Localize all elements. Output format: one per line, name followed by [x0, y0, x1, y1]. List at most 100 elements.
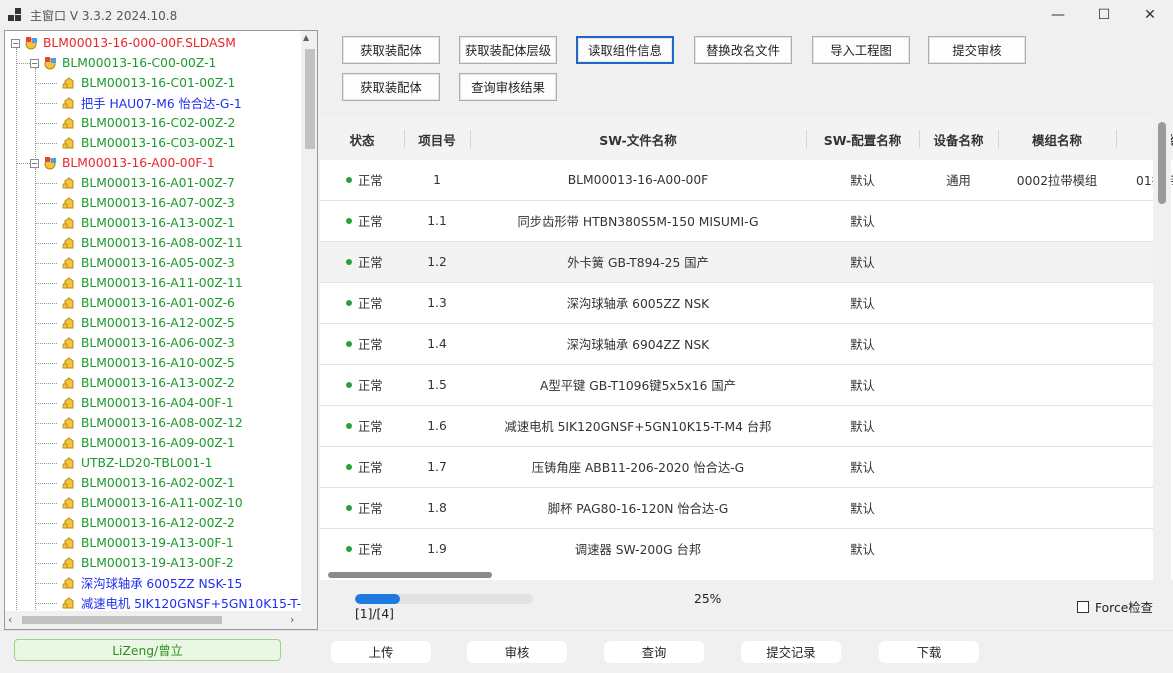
tree-node-part[interactable]: 把手 HAU07-M6 怡合达-G-1 — [49, 93, 242, 113]
tree-node-part[interactable]: BLM00013-16-A11-00Z-11 — [49, 273, 243, 293]
table-row[interactable]: 正常 1.3 深沟球轴承 6005ZZ NSK 默认 — [320, 283, 1153, 324]
tree-vertical-scroll-thumb[interactable] — [305, 49, 315, 149]
bottom-button-1[interactable]: 上传 — [331, 641, 431, 663]
bottom-button-3[interactable]: 查询 — [604, 641, 704, 663]
table-horizontal-scroll-thumb[interactable] — [328, 572, 492, 578]
table-row[interactable]: 正常 1.8 脚杯 PAG80-16-120N 怡合达-G 默认 — [320, 488, 1153, 529]
tree-node-part[interactable]: BLM00013-16-A07-00Z-3 — [49, 193, 235, 213]
tree-node-part[interactable]: BLM00013-16-A08-00Z-12 — [49, 413, 243, 433]
tree-node-part[interactable]: 深沟球轴承 6005ZZ NSK-15 — [49, 573, 242, 593]
tree-node-part[interactable]: UTBZ-LD20-TBL001-1 — [49, 453, 212, 473]
tree-node-assembly[interactable]: − BLM00013-16-000-00F.SLDASM — [11, 33, 236, 53]
collapse-icon[interactable]: − — [11, 38, 20, 48]
table-row[interactable]: 正常 1.5 A型平键 GB-T1096键5x5x16 国产 默认 — [320, 365, 1153, 406]
status-dot-icon — [346, 464, 352, 470]
column-header[interactable]: 状态 — [320, 118, 404, 160]
tree-node-part[interactable]: BLM00013-16-A12-00Z-2 — [49, 513, 235, 533]
table-row[interactable]: 正常 1.6 减速电机 5IK120GNSF+5GN10K15-T-M4 台邦 默认 — [320, 406, 1153, 447]
tree-horizontal-scroll-thumb[interactable] — [22, 616, 222, 624]
scroll-up-icon[interactable]: ▲ — [303, 33, 309, 42]
toolbar-button-3[interactable]: 读取组件信息 — [576, 36, 674, 64]
column-header[interactable]: SW-文件名称 — [470, 118, 806, 160]
toolbar-button-4[interactable]: 替换改名文件 — [694, 36, 792, 64]
minimize-button[interactable]: — — [1035, 0, 1081, 30]
column-separator[interactable] — [1116, 130, 1117, 148]
part-icon — [61, 75, 77, 91]
status-dot-icon — [346, 423, 352, 429]
table-row[interactable]: 正常1BLM00013-16-A00-00F默认通用0002拉带模组01拉带 — [320, 160, 1173, 201]
toolbar-button-1[interactable]: 获取装配体 — [342, 36, 440, 64]
toolbar-button-6[interactable]: 提交审核 — [928, 36, 1026, 64]
collapse-icon[interactable]: − — [30, 58, 39, 68]
tree-node-part[interactable]: BLM00013-16-C02-00Z-2 — [49, 113, 235, 133]
tree-node-part[interactable]: BLM00013-16-A08-00Z-11 — [49, 233, 243, 253]
bottom-button-2[interactable]: 审核 — [467, 641, 567, 663]
cell-module — [998, 201, 1116, 241]
column-header[interactable]: 设备名称 — [919, 118, 998, 160]
column-separator[interactable] — [470, 130, 471, 148]
table-row[interactable]: 正常 1.9 调速器 SW-200G 台邦 默认 — [320, 529, 1153, 570]
assembly-tree[interactable]: − BLM00013-16-000-00F.SLDASM − BLM00013-16-… — [4, 30, 318, 630]
column-separator[interactable] — [998, 130, 999, 148]
status-dot-icon — [346, 505, 352, 511]
scroll-right-icon[interactable]: › — [290, 613, 294, 626]
part-icon — [61, 515, 77, 531]
toolbar-button-2[interactable]: 获取装配体层级 — [459, 36, 557, 64]
progress-percent: 25% — [694, 592, 722, 606]
column-separator[interactable] — [919, 130, 920, 148]
checkbox-icon[interactable] — [1077, 601, 1089, 613]
cell-text: 正常 — [358, 174, 383, 188]
tree-node-part[interactable]: BLM00013-16-A05-00Z-3 — [49, 253, 235, 273]
force-check-label: Force检查 — [1095, 601, 1153, 615]
cell-config: 默认 — [806, 365, 919, 405]
tree-node-label: BLM00013-19-A13-00F-2 — [81, 556, 234, 570]
bottom-button-4[interactable]: 提交记录 — [741, 641, 841, 663]
table-row[interactable]: 正常 1.1 同步齿形带 HTBN380S5M-150 MISUMI-G 默认 — [320, 201, 1153, 242]
tree-node-part[interactable]: BLM00013-16-A13-00Z-2 — [49, 373, 235, 393]
table-row[interactable]: 正常 1.4 深沟球轴承 6904ZZ NSK 默认 — [320, 324, 1153, 365]
cell-text: 1.1 — [427, 214, 447, 228]
tree-node-assembly[interactable]: − BLM00013-16-C00-00Z-1 — [30, 53, 216, 73]
cell-device — [919, 283, 998, 323]
tree-node-part[interactable]: BLM00013-16-A12-00Z-5 — [49, 313, 235, 333]
toolbar-button-5[interactable]: 导入工程图 — [812, 36, 910, 64]
tree-node-part[interactable]: BLM00013-16-C01-00Z-1 — [49, 73, 235, 93]
column-header[interactable]: 模组名称 — [998, 118, 1116, 160]
tree-node-part[interactable]: BLM00013-19-A13-00F-1 — [49, 533, 234, 553]
tree-node-part[interactable]: BLM00013-16-C03-00Z-1 — [49, 133, 235, 153]
tree-node-label: BLM00013-16-A00-00F-1 — [62, 156, 215, 170]
column-header[interactable]: 项目号 — [404, 118, 470, 160]
close-button[interactable]: ✕ — [1127, 0, 1173, 30]
toolbar-row2-button-2[interactable]: 查询审核结果 — [459, 73, 557, 101]
tree-node-part[interactable]: BLM00013-19-A13-00F-2 — [49, 553, 234, 573]
scroll-left-icon[interactable]: ‹ — [8, 613, 12, 626]
tree-node-assembly[interactable]: − BLM00013-16-A00-00F-1 — [30, 153, 215, 173]
table-row[interactable]: 正常 1.7 压铸角座 ABB11-206-2020 怡合达-G 默认 — [320, 447, 1153, 488]
tree-node-part[interactable]: BLM00013-16-A09-00Z-1 — [49, 433, 235, 453]
tree-node-part[interactable]: 减速电机 5IK120GNSF+5GN10K15-T-M — [49, 593, 312, 613]
cell-status: 正常 — [320, 160, 404, 200]
column-header[interactable]: SW-配置名称 — [806, 118, 919, 160]
collapse-icon[interactable]: − — [30, 158, 39, 168]
force-check-checkbox[interactable]: Force检查 — [1077, 598, 1153, 616]
cell-text: 默认 — [850, 215, 875, 229]
table-vertical-scroll-thumb[interactable] — [1158, 122, 1166, 204]
tree-node-part[interactable]: BLM00013-16-A13-00Z-1 — [49, 213, 235, 233]
toolbar-row2-button-1[interactable]: 获取装配体 — [342, 73, 440, 101]
cell-item: 1 — [404, 160, 470, 200]
table-row[interactable]: 正常 1.2 外卡簧 GB-T894-25 国产 默认 — [320, 242, 1153, 283]
maximize-button[interactable]: ☐ — [1081, 0, 1127, 30]
part-icon — [61, 595, 77, 611]
cell-status: 正常 — [320, 324, 404, 364]
tree-node-part[interactable]: BLM00013-16-A01-00Z-7 — [49, 173, 235, 193]
tree-node-part[interactable]: BLM00013-16-A01-00Z-6 — [49, 293, 235, 313]
column-separator[interactable] — [806, 130, 807, 148]
tree-node-part[interactable]: BLM00013-16-A02-00Z-1 — [49, 473, 235, 493]
tree-node-part[interactable]: BLM00013-16-A04-00F-1 — [49, 393, 234, 413]
cell-text: 1.5 — [427, 378, 447, 392]
tree-node-part[interactable]: BLM00013-16-A11-00Z-10 — [49, 493, 243, 513]
tree-node-part[interactable]: BLM00013-16-A06-00Z-3 — [49, 333, 235, 353]
column-separator[interactable] — [404, 130, 405, 148]
bottom-button-5[interactable]: 下载 — [879, 641, 979, 663]
tree-node-part[interactable]: BLM00013-16-A10-00Z-5 — [49, 353, 235, 373]
